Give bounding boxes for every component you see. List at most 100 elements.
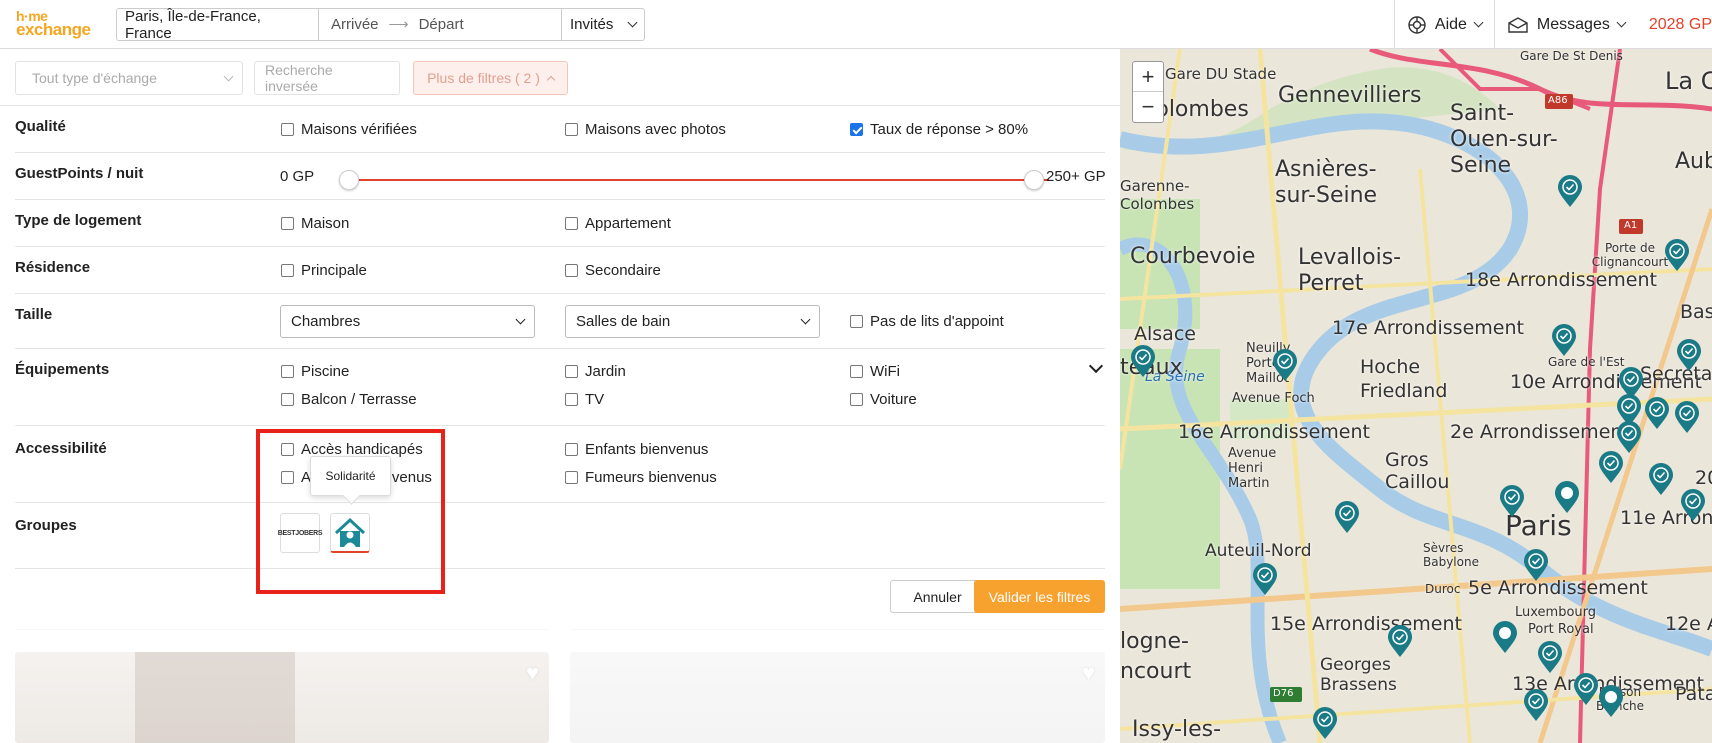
help-menu[interactable]: Aide [1393,0,1494,49]
checkbox-balcony[interactable]: Balcon / Terrasse [281,391,417,408]
location-input[interactable]: Paris, Île-de-France, France [117,8,319,42]
apply-filters-button[interactable]: Valider les filtres [974,580,1105,613]
option-label: Maison [301,215,350,232]
checkbox-house[interactable]: Maison [281,215,349,232]
map-label: Sèvres Babylone [1423,541,1479,569]
checkbox-box[interactable] [565,123,578,136]
option-label: Appartement [585,215,671,232]
checkbox-box[interactable] [281,365,294,378]
messages-menu[interactable]: Messages [1493,0,1637,49]
checkbox-box[interactable] [281,123,294,136]
checkbox-box[interactable] [850,365,863,378]
zoom-in-button[interactable]: + [1133,62,1163,92]
gp-min-handle[interactable] [339,170,359,190]
map-pin-verified-icon[interactable] [1680,489,1706,522]
gp-max-handle[interactable] [1024,170,1044,190]
map-pin-verified-icon[interactable] [1573,673,1599,706]
option-label: Enfants bienvenus [585,441,709,458]
option-label: Maisons vérifiées [301,121,417,138]
map-pin-verified-icon[interactable] [1598,451,1624,484]
map-label: 15e Arrondissement [1270,613,1462,635]
reverse-search-button[interactable]: Recherche inversée [254,61,400,95]
checkbox-box[interactable] [565,471,578,484]
chevron-down-icon [627,17,638,28]
bathrooms-select[interactable]: Salles de bain [565,305,820,338]
checkbox-pool[interactable]: Piscine [281,363,349,380]
group-logo-bestjobers[interactable]: BESTJOBERS [278,513,323,553]
checkbox-box[interactable] [565,365,578,378]
map-pin-verified-icon[interactable] [1312,707,1338,740]
zoom-out-button[interactable]: − [1133,92,1163,122]
option-label: Piscine [301,363,350,380]
housing-type-label: Type de logement [15,212,142,229]
map-pin-verified-icon[interactable] [1252,563,1278,596]
guestpoints-balance[interactable]: 2028 GP [1637,0,1712,49]
map-label: 20 [1695,467,1712,489]
checkbox-secondary[interactable]: Secondaire [565,262,661,279]
map-pin-verified-icon[interactable] [1537,641,1563,674]
map-pin-verified-icon[interactable] [1557,175,1583,208]
group-logo-solidarity[interactable] [330,513,370,553]
map-pin-verified-icon[interactable] [1551,324,1577,357]
map-label: 17e Arrondissement [1332,317,1524,339]
filter-row-residence: Résidence Principale Secondaire [15,247,1105,294]
map-pin-verified-icon[interactable] [1334,501,1360,534]
checkbox-box[interactable] [850,315,863,328]
map-pin-verified-icon[interactable] [1387,625,1413,658]
checkbox-box[interactable] [281,393,294,406]
map-pin-verified-icon[interactable] [1674,401,1700,434]
checkbox-children-welcome[interactable]: Enfants bienvenus [565,441,708,458]
checkbox-primary[interactable]: Principale [281,262,367,279]
more-filters-button[interactable]: Plus de filtres ( 2 ) [413,61,568,95]
checkbox-box[interactable] [565,393,578,406]
bedrooms-select[interactable]: Chambres [280,305,535,338]
map-zoom-controls: + − [1132,61,1164,123]
guests-value: Invités [570,16,614,33]
checkbox-no-extra-beds[interactable]: Pas de lits d'appoint [850,313,1004,330]
map-pin-verified-icon[interactable] [1644,397,1670,430]
checkbox-box[interactable] [565,443,578,456]
exchange-type-select[interactable]: Tout type d'échange [15,61,243,95]
checkbox-car[interactable]: Voiture [850,391,917,408]
checkbox-box[interactable] [281,471,294,484]
map-pin-verified-icon[interactable] [1616,421,1642,454]
checkbox-box[interactable] [281,264,294,277]
map-pin-icon[interactable] [1664,239,1690,272]
cancel-button[interactable]: Annuler [890,580,985,613]
map-pin-verified-icon[interactable] [1130,345,1156,378]
checkbox-homes-with-photos[interactable]: Maisons avec photos [565,121,726,138]
checkbox-response-rate[interactable]: Taux de réponse > 80% [850,121,1028,138]
checkbox-wifi[interactable]: WiFi [850,363,900,380]
homeexchange-logo[interactable]: h·me exchange [16,9,100,38]
map-pin-verified-icon[interactable] [1523,549,1549,582]
guests-select[interactable]: Invités [562,9,644,40]
checkbox-tv[interactable]: TV [565,391,604,408]
checkbox-smokers-welcome[interactable]: Fumeurs bienvenus [565,469,717,486]
checkbox-box[interactable] [281,443,294,456]
gp-range-slider-track[interactable] [340,179,1049,181]
checkbox-box[interactable] [565,217,578,230]
map-pin-verified-icon[interactable] [1523,689,1549,722]
map-pin-icon[interactable] [1554,481,1580,514]
dates-input[interactable]: Arrivée ⟶ Départ [319,9,562,40]
checkbox-garden[interactable]: Jardin [565,363,626,380]
map-pin-verified-icon[interactable] [1648,463,1674,496]
map-pin-icon[interactable] [1492,621,1518,654]
option-label: Secondaire [585,262,661,279]
checkbox-box[interactable] [281,217,294,230]
checkbox-box[interactable] [565,264,578,277]
chevron-down-icon[interactable] [1088,358,1104,374]
checkbox-box[interactable] [850,393,863,406]
map-pin-verified-icon[interactable] [1272,349,1298,382]
checkbox-apartment[interactable]: Appartement [565,215,671,232]
map-pin-verified-icon[interactable] [1499,485,1525,518]
map-pin-verified-icon[interactable] [1676,339,1702,372]
checkbox-verified-homes[interactable]: Maisons vérifiées [281,121,417,138]
map-label: Georges Brassens [1320,655,1397,695]
checkbox-checked[interactable] [850,123,863,136]
map[interactable]: + − Gare DU Stade Gennevilliers Colombes… [1120,49,1712,743]
map-label: 5e Arrondissement [1468,577,1648,599]
map-label: Aubervilliers [1675,149,1712,174]
option-label: WiFi [870,363,900,380]
map-pin-icon[interactable] [1598,685,1624,718]
